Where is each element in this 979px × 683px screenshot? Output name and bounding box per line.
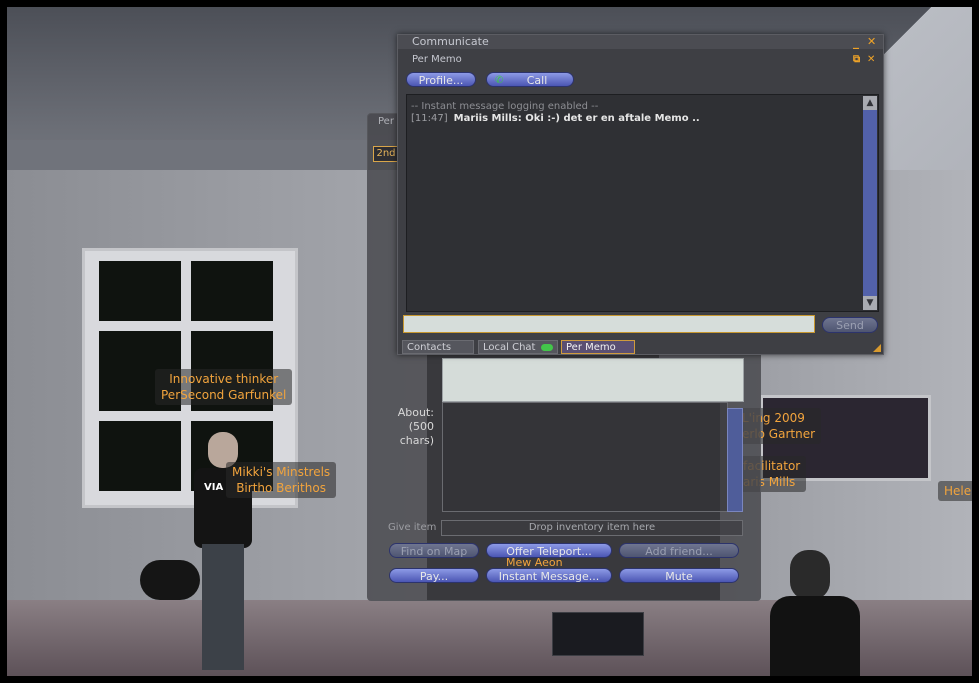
communicate-title: Communicate bbox=[412, 35, 489, 48]
instant-message-button[interactable]: Instant Message... bbox=[486, 568, 612, 583]
projector bbox=[552, 612, 644, 656]
conversation-title: Per Memo bbox=[412, 54, 462, 65]
message-timestamp: [11:47] bbox=[411, 113, 448, 124]
scroll-down-icon[interactable]: ▼ bbox=[863, 296, 877, 310]
profile-window-title: Per bbox=[378, 116, 394, 127]
tab-per-memo[interactable]: Per Memo bbox=[561, 340, 635, 354]
add-friend-button[interactable]: Add friend... bbox=[619, 543, 739, 558]
scroll-up-icon[interactable]: ▲ bbox=[863, 96, 877, 110]
name-tag-innovative: Innovative thinker PerSecond Garfunkel bbox=[155, 369, 293, 405]
shirt-logo: VIA bbox=[204, 482, 224, 493]
tab-bar: Contacts Local Chat Per Memo bbox=[398, 337, 883, 354]
name-tag-helen: Helen bbox=[938, 481, 979, 501]
message-line: [11:47] Mariis Mills: Oki :-) det er en a… bbox=[411, 113, 700, 124]
chat-input[interactable] bbox=[403, 315, 815, 333]
name-tag-mikki: Mikki's Minstrels Birtho Berithos bbox=[226, 462, 337, 498]
tab-2nd-life[interactable]: 2nd bbox=[373, 146, 399, 162]
profile-text-field[interactable] bbox=[442, 358, 744, 402]
resize-handle-icon[interactable] bbox=[873, 344, 881, 352]
about-textarea[interactable] bbox=[442, 402, 728, 512]
message-text: Mariis Mills: Oki :-) det er en aftale M… bbox=[453, 113, 700, 124]
logging-notice: -- Instant message logging enabled -- bbox=[411, 101, 599, 112]
tear-off-icon[interactable]: ⧉ bbox=[853, 54, 860, 66]
tab-contacts[interactable]: Contacts bbox=[402, 340, 474, 354]
profile-button[interactable]: Profile... bbox=[406, 72, 476, 87]
call-button[interactable]: ✆ Call bbox=[486, 72, 574, 87]
drop-inventory-field[interactable]: Drop inventory item here bbox=[441, 520, 743, 536]
communicate-window[interactable]: Communicate _ ✕ Per Memo ⧉ ✕ Profile... … bbox=[397, 34, 884, 355]
close-conversation-icon[interactable]: ✕ bbox=[867, 54, 875, 66]
send-button[interactable]: Send bbox=[822, 317, 878, 333]
about-label: About: (500 chars) bbox=[397, 406, 434, 447]
give-item-label: Give item bbox=[388, 522, 437, 533]
phone-icon: ✆ bbox=[495, 75, 504, 86]
message-history[interactable]: -- Instant message logging enabled -- [1… bbox=[406, 94, 879, 312]
avatar-seated[interactable] bbox=[770, 550, 860, 683]
pay-button[interactable]: Pay... bbox=[389, 568, 479, 583]
mute-button[interactable]: Mute bbox=[619, 568, 739, 583]
about-scrollbar[interactable] bbox=[727, 408, 743, 512]
chat-bubble-icon bbox=[541, 344, 553, 351]
history-scrollbar[interactable]: ▲ ▼ bbox=[863, 96, 877, 310]
find-on-map-button[interactable]: Find on Map bbox=[389, 543, 479, 558]
tab-local-chat[interactable]: Local Chat bbox=[478, 340, 558, 354]
close-icon[interactable]: ✕ bbox=[867, 36, 876, 48]
virtual-world-viewport[interactable]: VIA Innovative thinker PerSecond Garfunk… bbox=[0, 0, 979, 683]
minimize-icon[interactable]: _ bbox=[853, 36, 859, 48]
